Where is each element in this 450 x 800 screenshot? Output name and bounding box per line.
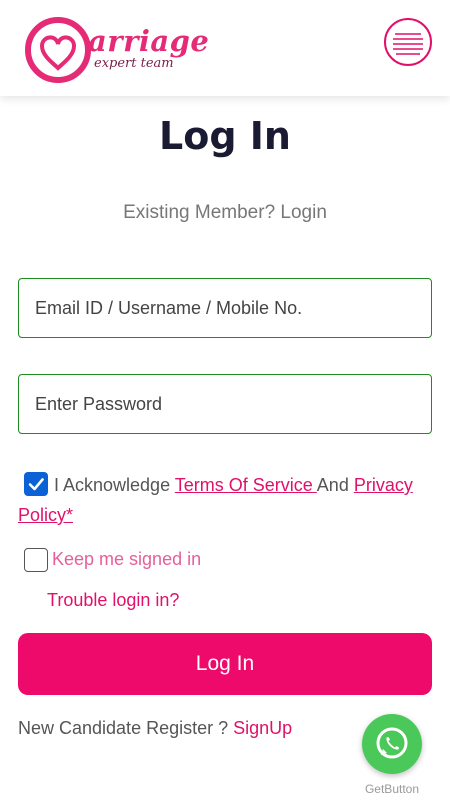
email-username-input[interactable]: [18, 278, 432, 338]
logo-tagline: expert team: [94, 56, 174, 71]
checkmark-icon: [28, 478, 44, 491]
login-button[interactable]: Log In: [18, 633, 432, 695]
site-header: arriage expert team: [0, 0, 450, 96]
page-subtitle: Existing Member? Login: [123, 202, 327, 223]
trouble-login-link[interactable]: Trouble login in?: [47, 590, 179, 611]
hamburger-icon: [393, 33, 423, 55]
page-title: Log In: [159, 114, 291, 158]
terms-acknowledge-row: I Acknowledge Terms Of Service And Priva…: [18, 470, 432, 530]
password-input[interactable]: [18, 374, 432, 434]
terms-and-text: And: [316, 475, 354, 495]
keep-signed-in-checkbox[interactable]: [24, 548, 48, 572]
terms-of-service-link[interactable]: Terms Of Service: [175, 475, 317, 495]
logo-wordmark: arriage: [88, 24, 210, 58]
menu-button[interactable]: [384, 18, 432, 66]
whatsapp-button[interactable]: [362, 714, 422, 774]
whatsapp-icon: [376, 727, 408, 759]
terms-checkbox[interactable]: [24, 472, 48, 496]
terms-prefix-text: I Acknowledge: [54, 475, 175, 495]
register-row: New Candidate Register ? SignUp: [18, 718, 292, 739]
signup-link[interactable]: SignUp: [233, 718, 292, 738]
keep-signed-in-label[interactable]: Keep me signed in: [52, 549, 201, 570]
getbutton-label: GetButton: [364, 782, 420, 796]
register-prefix-text: New Candidate Register ?: [18, 718, 234, 738]
brand-logo[interactable]: arriage expert team: [22, 10, 222, 88]
heart-ring-logo-icon: [25, 17, 91, 83]
